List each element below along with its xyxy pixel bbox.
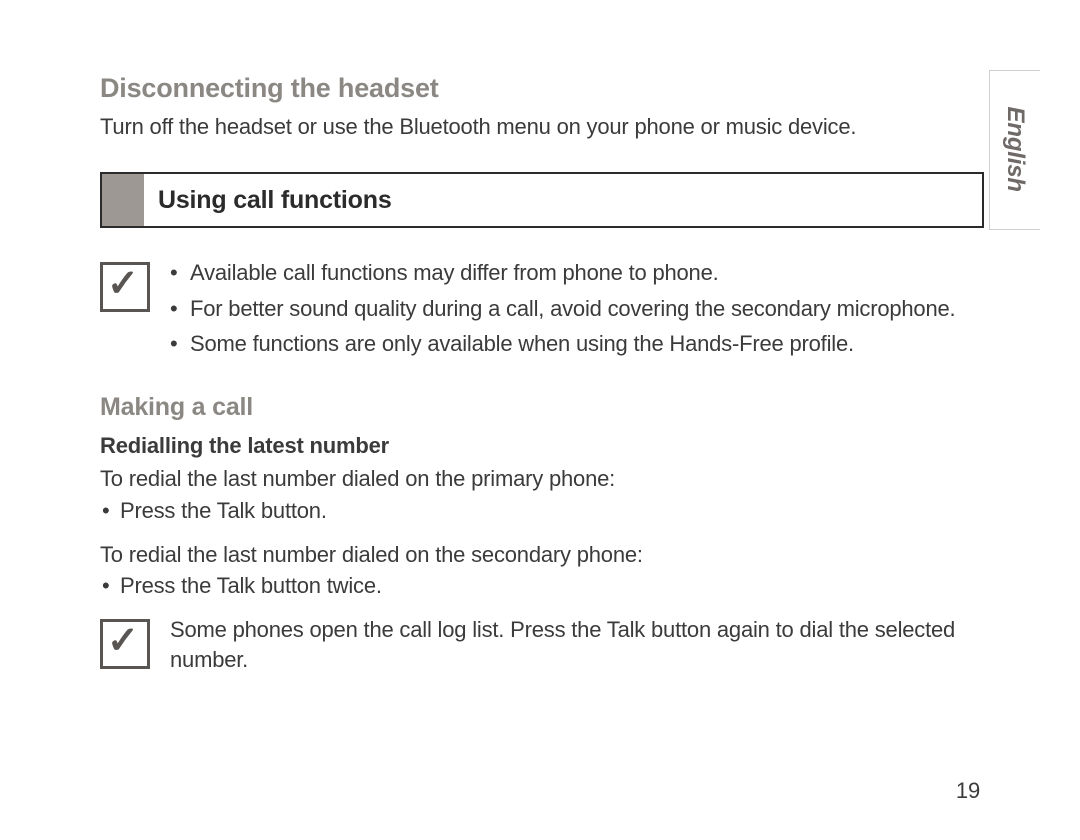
- check-icon: ✓: [107, 265, 139, 303]
- heading-making-a-call: Making a call: [100, 391, 980, 425]
- note-block-2: ✓ Some phones open the call log list. Pr…: [100, 615, 980, 674]
- subheading-redialling: Redialling the latest number: [100, 431, 980, 461]
- primary-step-list: Press the Talk button.: [100, 496, 980, 526]
- manual-page: English Disconnecting the headset Turn o…: [0, 0, 1080, 840]
- section-title-text: Using call functions: [144, 174, 406, 226]
- list-item: Press the Talk button twice.: [100, 571, 980, 601]
- note-1-text: Available call functions may differ from…: [170, 258, 980, 365]
- checkbox-icon: ✓: [100, 619, 150, 669]
- list-item: For better sound quality during a call, …: [170, 294, 980, 324]
- note-1-list: Available call functions may differ from…: [170, 258, 980, 359]
- section-title-box: Using call functions: [100, 172, 984, 228]
- list-item: Press the Talk button.: [100, 496, 980, 526]
- note-2-paragraph: Some phones open the call log list. Pres…: [170, 615, 980, 674]
- list-item: Some functions are only available when u…: [170, 329, 980, 359]
- note-block-1: ✓ Available call functions may differ fr…: [100, 258, 980, 365]
- heading-disconnecting: Disconnecting the headset: [100, 70, 980, 106]
- note-2-text: Some phones open the call log list. Pres…: [170, 615, 980, 674]
- language-tab: English: [990, 70, 1040, 228]
- page-number: 19: [956, 776, 980, 806]
- section-title-accent: [102, 174, 144, 226]
- content-column: Disconnecting the headset Turn off the h…: [100, 70, 980, 675]
- secondary-step-list: Press the Talk button twice.: [100, 571, 980, 601]
- text-primary-intro: To redial the last number dialed on the …: [100, 464, 980, 494]
- checkbox-icon: ✓: [100, 262, 150, 312]
- text-disconnecting: Turn off the headset or use the Bluetoot…: [100, 112, 980, 142]
- check-icon: ✓: [107, 622, 139, 660]
- text-secondary-intro: To redial the last number dialed on the …: [100, 540, 980, 570]
- list-item: Available call functions may differ from…: [170, 258, 980, 288]
- language-tab-label: English: [999, 106, 1031, 191]
